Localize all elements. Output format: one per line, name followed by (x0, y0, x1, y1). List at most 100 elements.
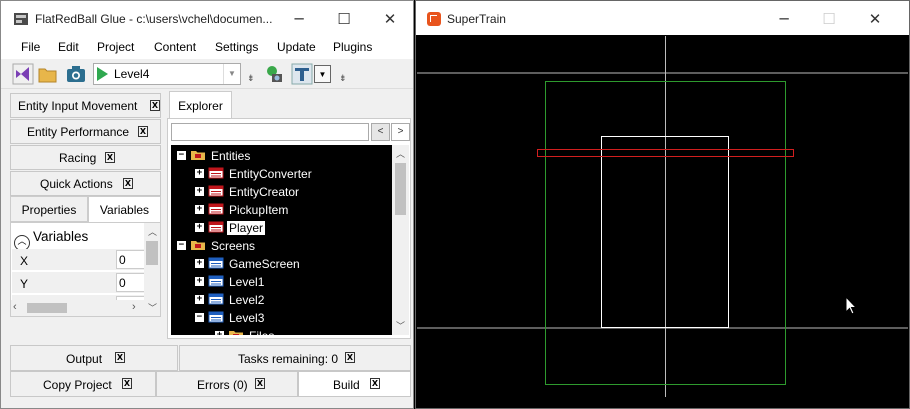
panel-close-icon[interactable]: X (345, 352, 355, 363)
panel-build[interactable]: Build X (298, 371, 411, 397)
panel-copy-project[interactable]: Copy Project X (10, 371, 156, 397)
panel-close-icon[interactable]: X (123, 178, 133, 189)
panel-label: Tasks remaining: 0 (238, 352, 339, 366)
panel-close-icon[interactable]: X (138, 126, 148, 137)
tree-node-label: Level2 (229, 293, 265, 307)
tiled-icon[interactable] (291, 63, 313, 85)
variable-name: X (20, 254, 29, 268)
tiled-dropdown-icon[interactable]: ▼ (314, 65, 331, 83)
toolbar-grip-icon[interactable]: ⇟ (247, 73, 255, 84)
scroll-down-icon[interactable]: ﹀ (144, 301, 161, 317)
tree-node-label: Level3 (229, 311, 265, 325)
forward-button[interactable]: > (391, 123, 410, 141)
screen-icon (208, 257, 224, 269)
screen-icon (208, 275, 224, 287)
menu-plugins[interactable]: Plugins (333, 40, 372, 54)
collapse-icon[interactable]: − (177, 241, 186, 250)
panel-entity-input-movement[interactable]: Entity Input Movement X (10, 93, 161, 118)
expand-icon[interactable]: + (195, 223, 204, 232)
glue-plugin-icon[interactable] (263, 63, 285, 85)
menu-content[interactable]: Content (154, 40, 196, 54)
back-button[interactable]: < (371, 123, 390, 141)
scroll-thumb[interactable] (27, 303, 67, 313)
tree-node-label: PickupItem (229, 203, 289, 217)
collapse-icon[interactable]: − (177, 151, 186, 160)
explorer-tree: ︿ ﹀ − Entities + EntityConverter + EntityCrea… (171, 145, 409, 335)
screen-icon (208, 293, 224, 305)
variables-horizontal-scrollbar[interactable]: ‹ › (11, 300, 145, 316)
tree-node-label: Files (247, 329, 276, 335)
tab-variables[interactable]: Variables (88, 196, 161, 222)
game-viewport[interactable] (417, 36, 908, 397)
expand-icon[interactable]: + (195, 187, 204, 196)
scroll-up-icon[interactable]: ︿ (392, 147, 409, 163)
tab-properties[interactable]: Properties (10, 196, 88, 222)
collapse-icon[interactable]: − (195, 313, 204, 322)
toolbar: Level4 ▼ ⇟ ▼ ⇟ (1, 59, 413, 89)
menu-update[interactable]: Update (277, 40, 316, 54)
expand-icon[interactable]: + (195, 169, 204, 178)
expand-icon[interactable]: + (195, 295, 204, 304)
folder-icon (229, 331, 243, 335)
close-icon[interactable]: ✕ (380, 9, 400, 29)
panel-close-icon[interactable]: X (115, 352, 125, 363)
expand-icon[interactable]: + (195, 205, 204, 214)
minimize-icon[interactable]: ─ (289, 9, 309, 29)
panel-close-icon[interactable]: X (255, 378, 265, 389)
scroll-thumb[interactable] (395, 163, 406, 215)
menu-file[interactable]: File (21, 40, 40, 54)
camera-icon[interactable] (65, 63, 87, 85)
screen-icon (208, 311, 224, 323)
maximize-icon[interactable]: ☐ (334, 9, 354, 29)
tree-vertical-scrollbar[interactable]: ︿ ﹀ (392, 145, 409, 335)
play-icon[interactable] (97, 67, 108, 81)
panel-label: Copy Project (43, 378, 112, 392)
screen-combo[interactable]: Level4 ▼ (93, 63, 241, 85)
scroll-thumb[interactable] (146, 241, 158, 265)
mouse-cursor-icon (845, 296, 858, 315)
scroll-up-icon[interactable]: ︿ (144, 225, 161, 241)
scroll-down-icon[interactable]: ﹀ (392, 319, 409, 335)
menu-edit[interactable]: Edit (58, 40, 79, 54)
supertrain-titlebar[interactable]: SuperTrain ─ ☐ ✕ (416, 1, 909, 35)
visual-studio-icon[interactable] (12, 63, 34, 85)
scroll-left-icon[interactable]: ‹ (13, 301, 17, 313)
panel-output[interactable]: Output X (10, 345, 178, 371)
expand-icon[interactable]: + (195, 259, 204, 268)
panel-label: Build (333, 378, 360, 392)
variable-row-y: Y 0 (12, 272, 145, 294)
panel-close-icon[interactable]: X (150, 100, 160, 111)
variables-header[interactable]: ︿ Variables (14, 229, 88, 251)
tab-explorer[interactable]: Explorer (169, 91, 232, 119)
close-icon[interactable]: ✕ (865, 9, 885, 29)
scroll-right-icon[interactable]: › (132, 301, 136, 313)
panel-racing[interactable]: Racing X (10, 145, 161, 170)
menu-project[interactable]: Project (97, 40, 134, 54)
menu-settings[interactable]: Settings (215, 40, 258, 54)
tree-node-label: GameScreen (229, 257, 300, 271)
variables-grid: ︿Variables X 0 Y 0 Z ︿ ﹀ ‹ › (10, 222, 161, 317)
panel-close-icon[interactable]: X (122, 378, 132, 389)
panel-quick-actions[interactable]: Quick Actions X (10, 171, 161, 196)
chevron-down-icon[interactable]: ▼ (223, 64, 240, 84)
toolbar-grip-2-icon[interactable]: ⇟ (339, 73, 347, 84)
tree-node-label: Screens (211, 239, 256, 253)
panel-label: Entity Performance (27, 125, 130, 139)
panel-close-icon[interactable]: X (105, 152, 115, 163)
variables-vertical-scrollbar[interactable]: ︿ ﹀ (144, 223, 160, 316)
panel-entity-performance[interactable]: Entity Performance X (10, 119, 161, 144)
variable-value-input[interactable]: 0 (116, 250, 145, 269)
expand-icon[interactable]: + (195, 277, 204, 286)
open-folder-icon[interactable] (37, 63, 59, 85)
minimize-icon[interactable]: ─ (774, 9, 794, 29)
explorer-search-input[interactable] (171, 123, 369, 141)
panel-tasks[interactable]: Tasks remaining: 0 X (179, 345, 411, 371)
panel-errors[interactable]: Errors (0) X (156, 371, 298, 397)
monogame-icon (427, 12, 441, 26)
expand-icon[interactable]: + (215, 331, 224, 335)
variable-value-input[interactable]: 0 (116, 273, 145, 292)
entity-icon (208, 203, 224, 215)
panel-close-icon[interactable]: X (370, 378, 380, 389)
glue-titlebar[interactable]: FlatRedBall Glue - c:\users\vchel\docume… (1, 1, 413, 35)
panel-label: Racing (59, 151, 97, 165)
